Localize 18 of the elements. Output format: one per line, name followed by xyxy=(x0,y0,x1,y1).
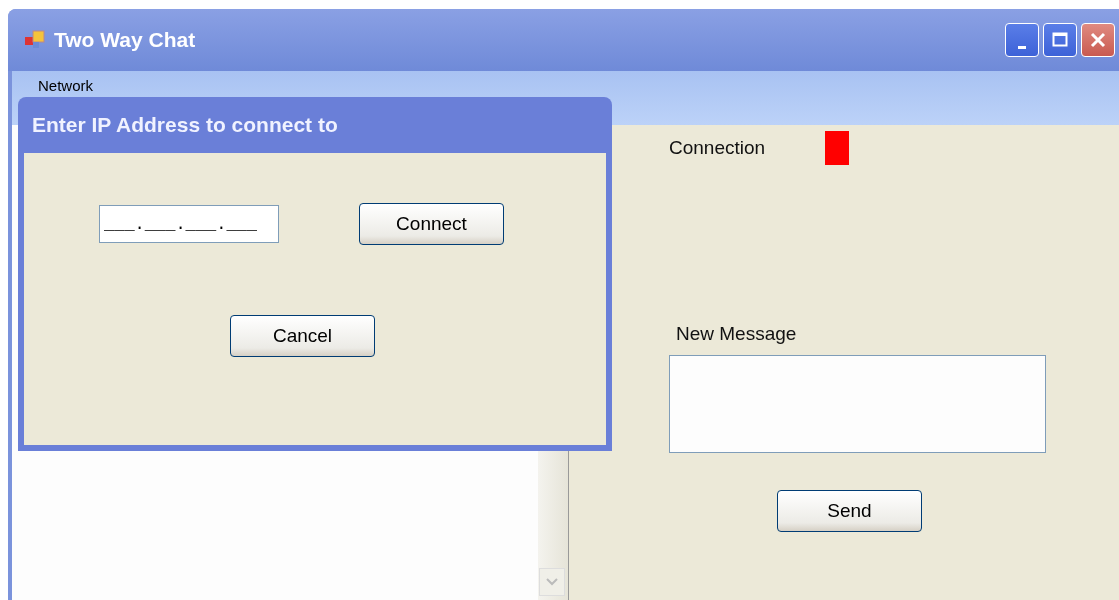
connect-button[interactable]: Connect xyxy=(359,203,504,245)
menu-item[interactable]: Network xyxy=(38,77,93,94)
close-button[interactable] xyxy=(1081,23,1115,57)
ip-address-field[interactable]: ___.___.___.___ xyxy=(99,205,279,243)
send-button[interactable]: Send xyxy=(777,490,922,532)
chevron-down-icon xyxy=(546,578,558,586)
close-icon xyxy=(1090,32,1106,48)
window-title: Two Way Chat xyxy=(54,28,196,52)
new-message-label: New Message xyxy=(676,323,798,345)
minimize-icon xyxy=(1018,45,1026,49)
maximize-button[interactable] xyxy=(1043,23,1077,57)
minimize-button[interactable] xyxy=(1005,23,1039,57)
maximize-icon xyxy=(1052,32,1068,48)
cancel-button[interactable]: Cancel xyxy=(230,315,375,357)
app-icon xyxy=(24,29,46,51)
connection-label: Connection xyxy=(669,137,766,159)
dialog-title: Enter IP Address to connect to xyxy=(31,112,339,138)
message-input[interactable] xyxy=(669,355,1046,453)
